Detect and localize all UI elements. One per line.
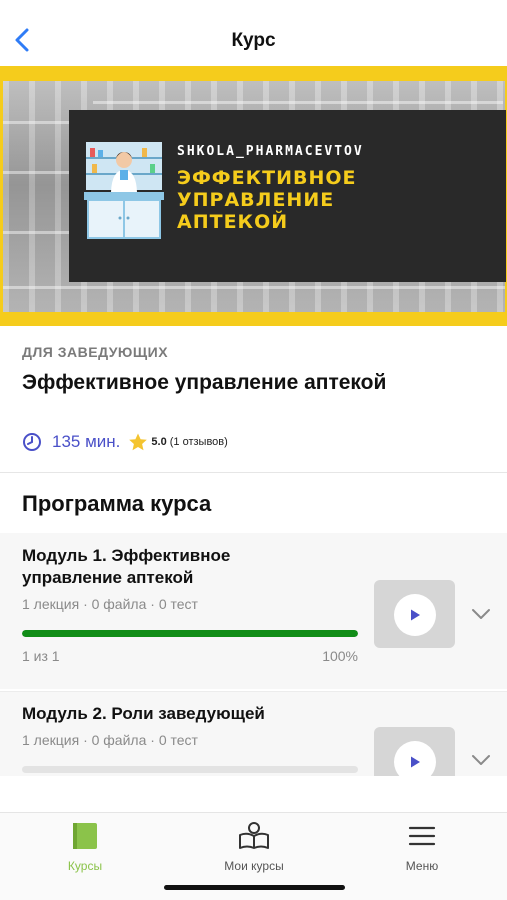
tab-label: Курсы (67, 859, 103, 873)
course-rating: 5.0 (1 отзывов) (151, 436, 227, 448)
module-title: Модуль 2. Роли заведующей (22, 704, 265, 723)
progress-fill (22, 630, 358, 637)
play-icon (411, 609, 420, 621)
book-icon (73, 823, 97, 849)
play-button[interactable] (394, 741, 436, 776)
banner-brand-text: SHKOLA_PHARMACEVTOV (177, 144, 364, 159)
course-category: ДЛЯ ЗАВЕДУЮЩИХ (22, 344, 169, 360)
module-stats: 1 лекция · 0 файла · 0 тест (22, 732, 198, 748)
video-thumbnail[interactable] (374, 727, 455, 776)
course-title: Эффективное управление аптекой (22, 371, 387, 394)
tab-my-courses[interactable]: Мои курсы (199, 821, 309, 873)
clock-icon (23, 433, 41, 451)
course-meta: 135 мин. 5.0 (1 отзывов) (22, 432, 228, 452)
progress-count: 1 из 1 (22, 648, 60, 664)
pharmacist-illustration (84, 142, 164, 239)
section-divider (0, 472, 507, 473)
module-progress-bar (22, 766, 358, 773)
menu-icon (408, 826, 436, 846)
program-title: Программа курса (22, 491, 212, 516)
video-thumbnail[interactable] (374, 580, 455, 648)
top-nav-bar: Курс (0, 0, 507, 66)
reader-icon (239, 822, 269, 849)
tab-label: Мои курсы (224, 859, 284, 873)
rating-value: 5.0 (151, 436, 167, 448)
content-fade (0, 776, 507, 812)
module-card-1[interactable]: Модуль 1. Эффективное управление аптекой… (0, 533, 507, 689)
reviews-count: (1 отзывов) (169, 436, 228, 448)
play-icon (411, 756, 420, 768)
home-indicator (164, 885, 345, 890)
tab-courses[interactable]: Курсы (30, 821, 140, 873)
banner-headline: ЭФФЕКТИВНОЕ УПРАВЛЕНИЕ АПТЕКОЙ (177, 167, 357, 233)
tab-menu[interactable]: Меню (367, 821, 477, 873)
star-icon (129, 433, 148, 451)
tab-label: Меню (405, 859, 439, 873)
module-title: Модуль 1. Эффективное управление аптекой (22, 546, 231, 587)
module-stats: 1 лекция · 0 файла · 0 тест (22, 596, 198, 612)
module-progress-bar (22, 630, 358, 637)
chevron-down-icon[interactable] (470, 749, 492, 771)
play-button[interactable] (394, 594, 436, 636)
progress-percent: 100% (322, 648, 358, 664)
course-duration: 135 мин. (52, 432, 121, 451)
chevron-down-icon[interactable] (470, 603, 492, 625)
page-title: Курс (231, 30, 276, 51)
module-card-2[interactable]: Модуль 2. Роли заведующей 1 лекция · 0 ф… (0, 692, 507, 776)
